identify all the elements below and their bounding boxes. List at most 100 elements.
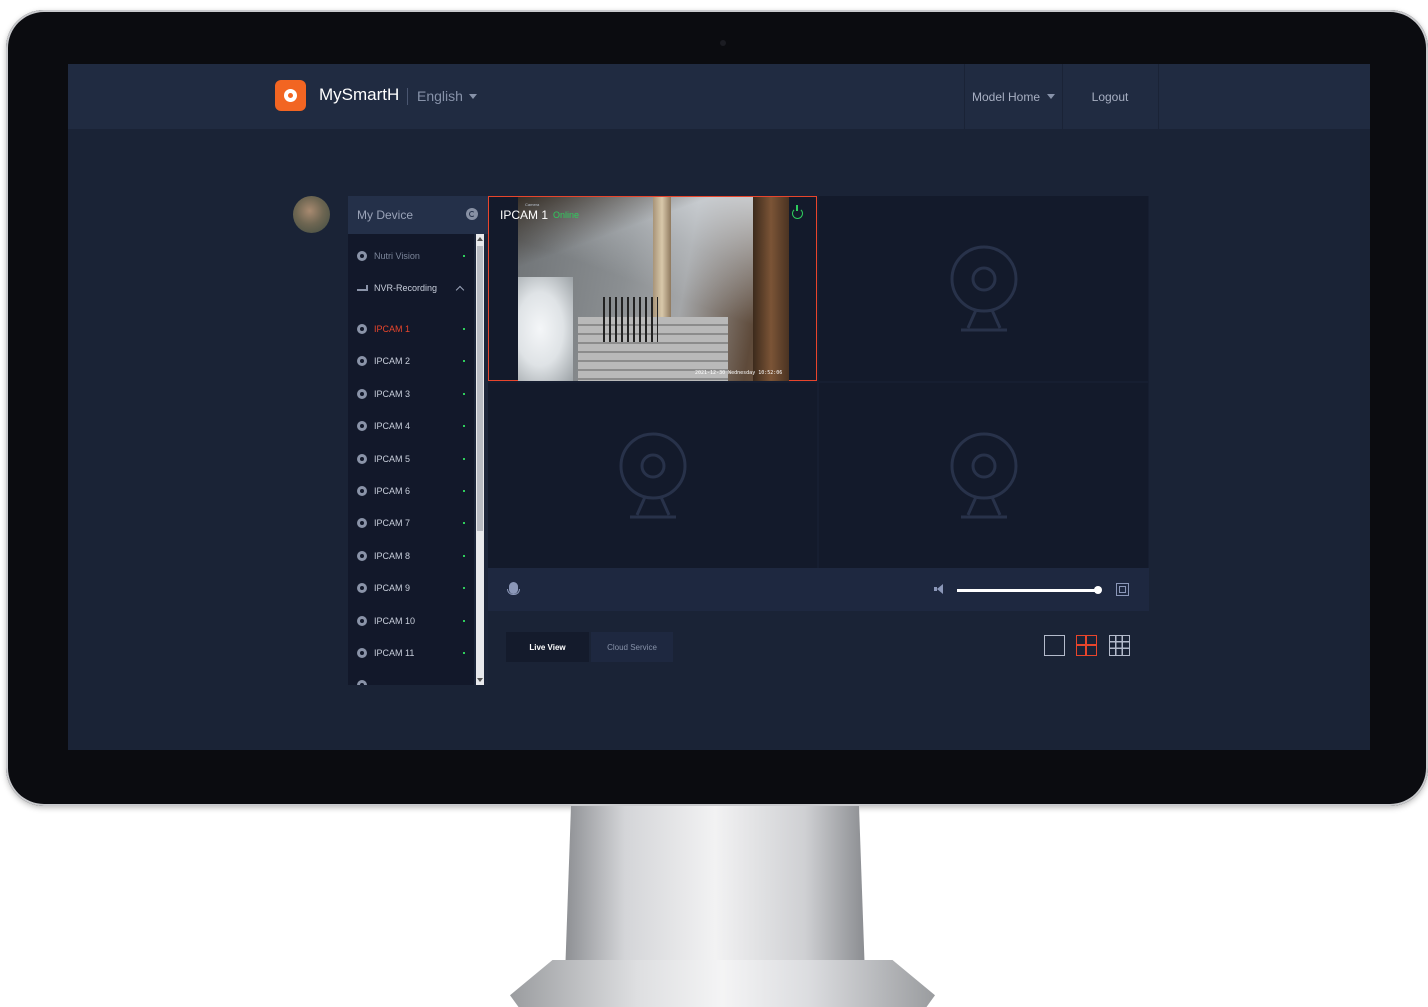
camera-icon [357, 454, 367, 464]
camera-icon [357, 421, 367, 431]
chevron-up-icon[interactable] [455, 285, 465, 294]
camera-icon [357, 356, 367, 366]
brand-logo-icon[interactable] [275, 80, 306, 111]
sidebar-header: My Device [348, 196, 488, 234]
camera-icon [357, 551, 367, 561]
device-label: Nutri Vision [374, 251, 420, 261]
camera-icon [357, 324, 367, 334]
camera-item-ipcam-10[interactable]: IPCAM 10 [348, 607, 474, 635]
scroll-thumb[interactable] [477, 246, 483, 531]
feed-title: IPCAM 1 [500, 208, 549, 222]
chevron-down-icon [1047, 94, 1056, 99]
microphone-icon[interactable] [507, 582, 520, 595]
camera-item-ipcam-5[interactable]: IPCAM 5 [348, 445, 474, 473]
video-cell-2[interactable] [819, 196, 1148, 381]
language-select[interactable]: English [417, 88, 477, 104]
camera-label: IPCAM 8 [374, 551, 411, 561]
home-label: Model Home [971, 89, 1041, 104]
camera-icon [357, 518, 367, 528]
camera-item-ipcam-4[interactable]: IPCAM 4 [348, 412, 474, 440]
feed-subtitle: Camera [525, 202, 540, 207]
camera-label: IPCAM 10 [374, 616, 416, 626]
camera-placeholder-icon [950, 245, 1018, 332]
camera-label: IPCAM 11 [374, 648, 415, 658]
camera-icon [357, 583, 367, 593]
single-view-layout-icon[interactable] [1044, 635, 1065, 656]
online-status-dot [463, 425, 465, 427]
device-list: Nutri Vision NVR-Recording IPCAM 1 IPCAM… [348, 234, 474, 685]
video-cell-1[interactable]: 2021-12-30 Wednesday 10:52:06 Camera IPC… [488, 196, 817, 381]
player-control-bar [488, 568, 1149, 611]
camera-placeholder-icon [950, 432, 1018, 519]
top-navbar: MySmartH English Model Home Logout [68, 64, 1370, 130]
camera-item-ipcam-11[interactable]: IPCAM 11 [348, 639, 474, 667]
camera-label: IPCAM 3 [374, 389, 411, 399]
online-status-dot [463, 393, 465, 395]
volume-slider-handle[interactable] [1094, 586, 1102, 594]
chevron-down-icon [468, 93, 477, 99]
camera-item-ipcam-8[interactable]: IPCAM 8 [348, 542, 474, 570]
online-status-dot [463, 328, 465, 330]
scroll-up-arrow-icon[interactable] [477, 237, 483, 241]
video-cell-3[interactable] [488, 383, 817, 568]
camera-label: IPCAM 9 [374, 583, 411, 593]
sidebar-scrollbar[interactable] [476, 234, 484, 685]
camera-item-ipcam-7[interactable]: IPCAM 7 [348, 509, 474, 537]
scroll-down-arrow-icon[interactable] [477, 678, 483, 682]
device-item-nutri-vision[interactable]: Nutri Vision [348, 242, 474, 270]
online-status-dot [463, 522, 465, 524]
nine-view-layout-icon[interactable] [1109, 635, 1130, 656]
power-icon[interactable] [792, 205, 803, 219]
brand-name: MySmartH [319, 85, 400, 104]
online-status-dot [463, 555, 465, 557]
device-label: NVR-Recording [374, 283, 438, 293]
fullscreen-icon[interactable] [1116, 583, 1129, 596]
tab-live-view[interactable]: Live View [506, 632, 589, 662]
monitor-stand-base [510, 960, 935, 1007]
online-status-dot [463, 620, 465, 622]
speaker-icon[interactable] [934, 584, 944, 594]
camera-label: IPCAM 5 [374, 454, 411, 464]
sidebar-title: My Device [357, 208, 414, 222]
online-status-dot [463, 490, 465, 492]
avatar[interactable] [293, 196, 330, 233]
device-item-nvr-recording[interactable]: NVR-Recording [348, 274, 474, 302]
camera-item-ipcam-2[interactable]: IPCAM 2 [348, 347, 474, 375]
video-cell-4[interactable] [819, 383, 1148, 568]
webcam-dot [720, 40, 726, 46]
camera-icon [357, 680, 367, 685]
camera-placeholder-icon [619, 432, 687, 519]
camera-item-ipcam-3[interactable]: IPCAM 3 [348, 380, 474, 408]
online-status-dot [463, 587, 465, 589]
camera-item-ipcam-9[interactable]: IPCAM 9 [348, 574, 474, 602]
device-sidebar: My Device Nutri Vision NVR-Recording IPC… [348, 196, 488, 685]
nvr-icon [357, 285, 368, 291]
camera-icon [357, 486, 367, 496]
camera-label: IPCAM 4 [374, 421, 411, 431]
camera-feed-image: 2021-12-30 Wednesday 10:52:06 [518, 197, 789, 381]
logout-button[interactable]: Logout [1062, 64, 1159, 129]
home-select[interactable]: Model Home [964, 64, 1063, 129]
monitor-stand-neck [565, 806, 865, 976]
tab-cloud-service[interactable]: Cloud Service [591, 632, 673, 662]
camera-item-partial[interactable] [348, 671, 474, 685]
camera-item-ipcam-1[interactable]: IPCAM 1 [348, 315, 474, 343]
camera-label: IPCAM 1 [374, 324, 411, 334]
camera-label: IPCAM 6 [374, 486, 411, 496]
camera-item-ipcam-6[interactable]: IPCAM 6 [348, 477, 474, 505]
divider [407, 88, 408, 105]
refresh-icon[interactable] [466, 208, 478, 220]
camera-label: IPCAM 2 [374, 356, 411, 366]
feed-status: Online [553, 210, 580, 220]
camera-icon [357, 648, 367, 658]
camera-label: IPCAM 7 [374, 518, 411, 528]
online-status-dot [463, 458, 465, 460]
quad-view-layout-icon[interactable] [1076, 635, 1097, 656]
online-status-dot [463, 255, 465, 257]
video-grid: 2021-12-30 Wednesday 10:52:06 Camera IPC… [488, 196, 1149, 568]
camera-icon [357, 616, 367, 626]
camera-icon [357, 389, 367, 399]
app-screen: MySmartH English Model Home Logout My De… [68, 64, 1370, 750]
volume-slider[interactable] [957, 589, 1097, 592]
online-status-dot [463, 652, 465, 654]
